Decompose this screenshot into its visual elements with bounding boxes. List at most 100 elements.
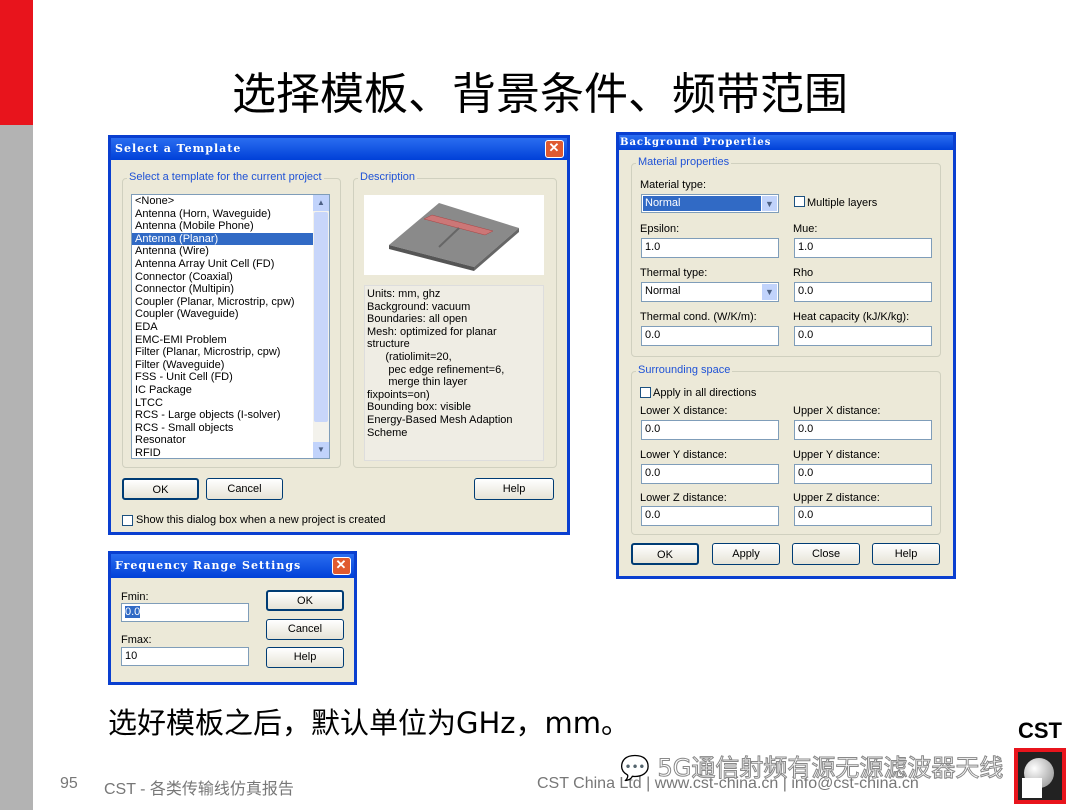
list-item[interactable]: Connector (Coaxial) <box>132 271 329 284</box>
lower-z-label: Lower Z distance: <box>640 492 727 504</box>
list-item[interactable]: EMC-EMI Problem <box>132 334 329 347</box>
wechat-icon: 💬 <box>620 754 650 782</box>
list-item[interactable]: Filter (Planar, Microstrip, cpw) <box>132 346 329 359</box>
surrounding-group: Surrounding space Apply in all direction… <box>631 364 941 535</box>
fmin-input[interactable]: 0.0 <box>121 603 249 622</box>
slide-subtitle: 选好模板之后，默认单位为GHz，mm。 <box>108 706 631 740</box>
title-bar: Background Properties <box>619 135 953 150</box>
description-line: Scheme <box>367 426 408 439</box>
page-number: 95 <box>60 775 78 792</box>
lower-y-input[interactable]: 0.0 <box>641 464 779 484</box>
list-item[interactable]: Antenna (Planar) <box>132 232 329 246</box>
multiple-layers-checkbox[interactable] <box>794 196 805 207</box>
selected-value: Normal <box>645 285 681 297</box>
lower-x-input[interactable]: 0.0 <box>641 420 779 440</box>
apply-button[interactable]: Apply <box>712 543 780 565</box>
mue-label: Mue: <box>793 223 818 235</box>
title-bar: Frequency Range Settings ✕ <box>111 554 354 578</box>
group-label: Description <box>358 171 418 183</box>
mue-input[interactable]: 1.0 <box>794 238 932 258</box>
scroll-thumb[interactable] <box>314 212 328 422</box>
list-item[interactable]: <None> <box>132 195 329 208</box>
group-label: Material properties <box>636 156 732 168</box>
title-bar: Select a Template ✕ <box>111 138 567 160</box>
help-button[interactable]: Help <box>266 647 344 668</box>
list-item[interactable]: Antenna (Wire) <box>132 245 329 258</box>
list-item[interactable]: Coupler (Waveguide) <box>132 308 329 321</box>
template-list[interactable]: <None> Antenna (Horn, Waveguide) Antenna (… <box>131 194 330 459</box>
group-label: Select a template for the current projec… <box>127 171 324 183</box>
cancel-button[interactable]: Cancel <box>266 619 344 640</box>
cancel-button[interactable]: Cancel <box>206 478 283 500</box>
thermal-type-select[interactable]: Normal ▼ <box>641 282 779 302</box>
fmin-label: Fmin: <box>121 591 149 603</box>
upper-y-input[interactable]: 0.0 <box>794 464 932 484</box>
scroll-up-icon[interactable]: ▲ <box>313 195 329 211</box>
thermal-type-label: Thermal type: <box>640 267 708 279</box>
list-item[interactable]: FSS - Unit Cell (FD) <box>132 371 329 384</box>
dialog-title: Background Properties <box>620 137 772 148</box>
footer-left: CST - 各类传输线仿真报告 <box>104 781 294 798</box>
list-item[interactable]: RFID <box>132 447 329 458</box>
description-line: pec edge refinement=6, <box>367 363 505 376</box>
upper-z-input[interactable]: 0.0 <box>794 506 932 526</box>
thermal-cond-input[interactable]: 0.0 <box>641 326 779 346</box>
cst-logo: CST <box>1005 718 1075 806</box>
list-item[interactable]: Antenna (Horn, Waveguide) <box>132 208 329 221</box>
list-item[interactable]: Resonator <box>132 434 329 447</box>
scroll-down-icon[interactable]: ▼ <box>313 442 329 458</box>
list-item[interactable]: RCS - Small objects <box>132 422 329 435</box>
description-line: Mesh: optimized for planar <box>367 325 497 338</box>
frequency-range-dialog: Frequency Range Settings ✕ Fmin: 0.0 Fma… <box>108 551 357 685</box>
list-item[interactable]: Connector (Multipin) <box>132 283 329 296</box>
list-item[interactable]: Coupler (Planar, Microstrip, cpw) <box>132 296 329 309</box>
ok-button[interactable]: OK <box>122 478 199 500</box>
chevron-down-icon[interactable]: ▼ <box>762 284 777 300</box>
fmax-label: Fmax: <box>121 634 152 646</box>
side-bar <box>0 125 33 810</box>
upper-x-input[interactable]: 0.0 <box>794 420 932 440</box>
ok-button[interactable]: OK <box>631 543 699 565</box>
chevron-down-icon[interactable]: ▼ <box>762 196 777 211</box>
template-preview-image <box>364 195 544 275</box>
list-item[interactable]: Antenna Array Unit Cell (FD) <box>132 258 329 271</box>
ok-button[interactable]: OK <box>266 590 344 611</box>
close-button[interactable]: Close <box>792 543 860 565</box>
slide-title: 选择模板、背景条件、频带范围 <box>232 69 848 120</box>
show-dialog-checkbox[interactable] <box>122 515 133 526</box>
epsilon-label: Epsilon: <box>640 223 680 235</box>
rho-input[interactable]: 0.0 <box>794 282 932 302</box>
lower-x-label: Lower X distance: <box>640 405 728 417</box>
upper-y-label: Upper Y distance: <box>793 449 881 461</box>
upper-z-label: Upper Z distance: <box>793 492 880 504</box>
material-type-select[interactable]: Normal ▼ <box>641 194 779 213</box>
description-line: Boundaries: all open <box>367 313 468 326</box>
lower-y-label: Lower Y distance: <box>640 449 728 461</box>
description-line: fixpoints=on) <box>367 388 430 401</box>
background-properties-dialog: Background Properties Material propertie… <box>616 132 956 579</box>
upper-x-label: Upper X distance: <box>793 405 881 417</box>
heat-capacity-input[interactable]: 0.0 <box>794 326 932 346</box>
apply-all-checkbox[interactable] <box>640 387 651 398</box>
help-button[interactable]: Help <box>474 478 554 500</box>
fmax-input[interactable]: 10 <box>121 647 249 666</box>
epsilon-input[interactable]: 1.0 <box>641 238 779 258</box>
rho-label: Rho <box>793 267 814 279</box>
close-icon[interactable]: ✕ <box>545 140 564 158</box>
scrollbar[interactable]: ▲ ▼ <box>313 195 329 458</box>
multiple-layers-label: Multiple layers <box>807 197 878 209</box>
list-item[interactable]: EDA <box>132 321 329 334</box>
selected-value: Normal <box>643 196 761 211</box>
list-item[interactable]: RCS - Large objects (I-solver) <box>132 409 329 422</box>
close-icon[interactable]: ✕ <box>332 557 351 575</box>
list-item[interactable]: Filter (Waveguide) <box>132 359 329 372</box>
dialog-title: Frequency Range Settings <box>115 559 302 572</box>
list-item[interactable]: Antenna (Mobile Phone) <box>132 220 329 233</box>
list-item[interactable]: LTCC <box>132 397 329 410</box>
list-item[interactable]: IC Package <box>132 384 329 397</box>
help-button[interactable]: Help <box>872 543 940 565</box>
lower-z-input[interactable]: 0.0 <box>641 506 779 526</box>
description-line: Energy-Based Mesh Adaption <box>367 413 513 426</box>
description-line: structure <box>367 338 410 351</box>
planar-antenna-icon <box>389 203 519 271</box>
